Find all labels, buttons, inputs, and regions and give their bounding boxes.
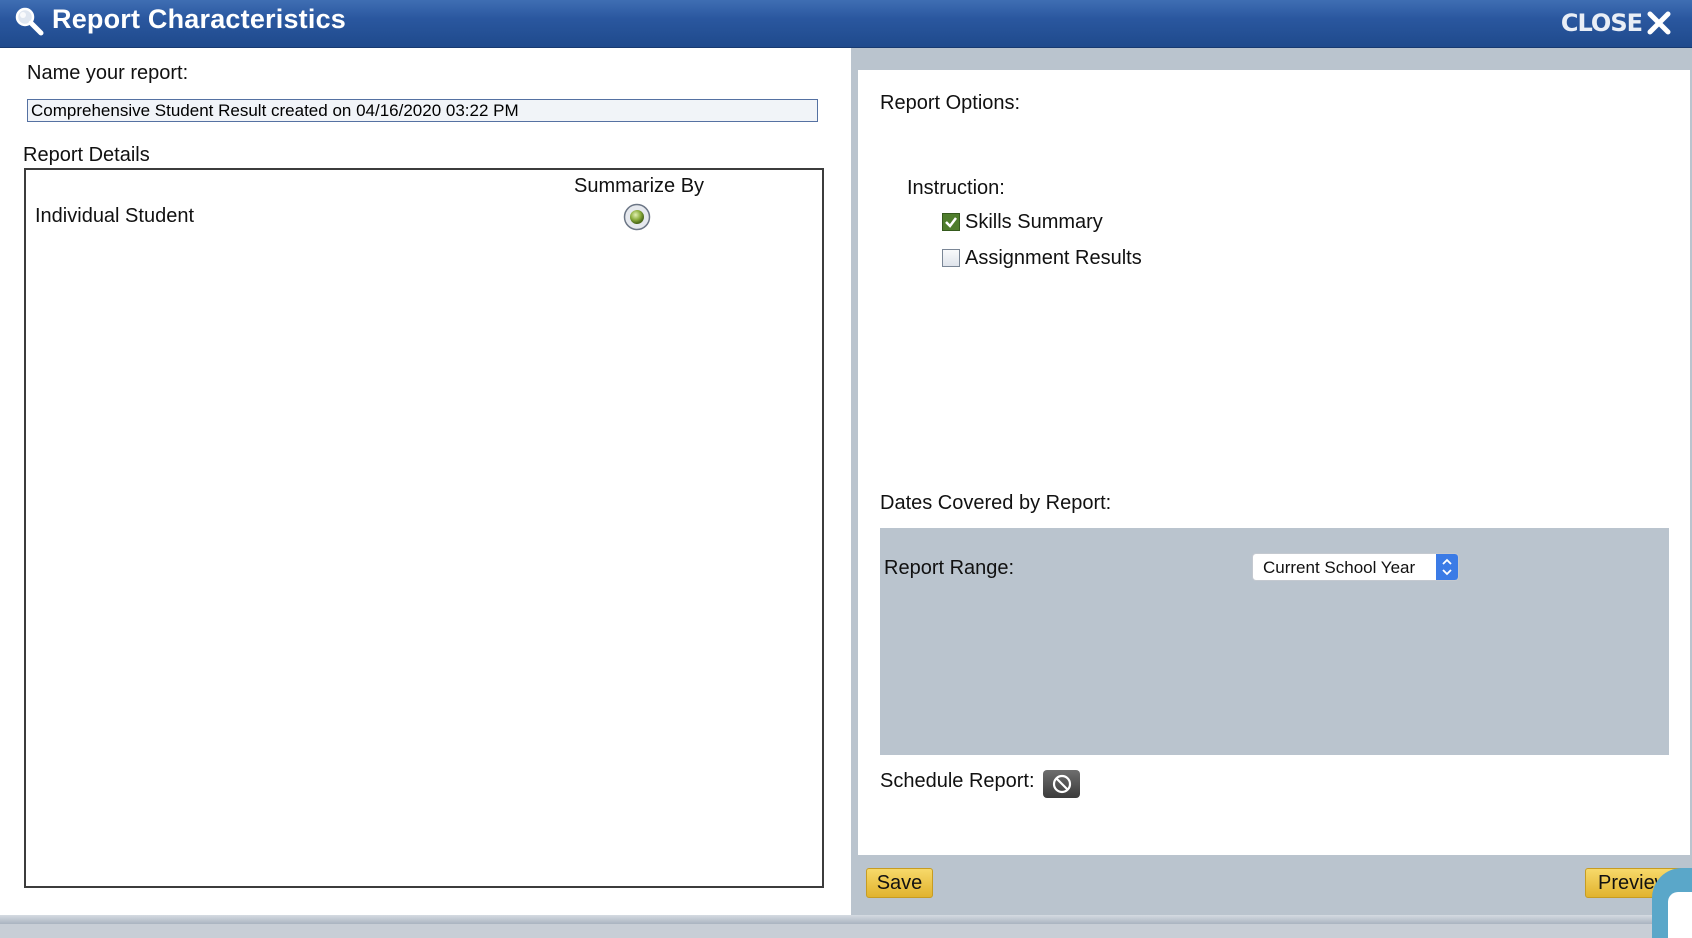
help-widget[interactable]: [1652, 868, 1692, 938]
left-panel: Name your report: Report Details Summari…: [0, 48, 851, 915]
report-options-panel: Report Options: Instruction: Skills Summ…: [858, 70, 1690, 855]
report-range-box: Report Range: Current School Year: [880, 528, 1669, 755]
name-report-label: Name your report:: [27, 62, 189, 84]
assignment-results-option[interactable]: Assignment Results: [942, 246, 1142, 270]
report-range-value: Current School Year: [1263, 558, 1416, 577]
schedule-report-label: Schedule Report:: [880, 770, 1035, 792]
close-button[interactable]: CLOSE: [1561, 8, 1672, 38]
report-name-input[interactable]: [27, 99, 818, 122]
close-label: CLOSE: [1560, 9, 1643, 37]
skills-summary-label: Skills Summary: [965, 210, 1103, 233]
magnifier-icon: [15, 7, 44, 36]
instruction-label: Instruction:: [907, 177, 1005, 199]
dates-covered-label: Dates Covered by Report:: [880, 492, 1112, 514]
checkbox-unchecked-icon[interactable]: [942, 249, 960, 267]
report-details-label: Report Details: [23, 144, 150, 166]
select-arrows-icon: [1436, 554, 1458, 580]
checkbox-checked-icon[interactable]: [942, 213, 960, 231]
summarize-by-header: Summarize By: [574, 175, 705, 197]
help-widget-inner: [1668, 892, 1692, 938]
report-options-label: Report Options:: [880, 92, 1021, 114]
report-range-select[interactable]: Current School Year: [1252, 553, 1459, 581]
skills-summary-option[interactable]: Skills Summary: [942, 210, 1103, 234]
individual-student-label: Individual Student: [35, 205, 195, 227]
bottom-bar: [0, 915, 1692, 924]
individual-student-radio[interactable]: [623, 203, 651, 231]
dialog-title: Report Characteristics: [52, 4, 347, 34]
save-button[interactable]: Save: [866, 868, 933, 898]
report-range-label: Report Range:: [884, 557, 1015, 579]
close-x-icon: [1647, 11, 1671, 35]
report-details-box: Summarize By Individual Student: [24, 168, 824, 888]
assignment-results-label: Assignment Results: [965, 246, 1142, 269]
title-bar: Report Characteristics CLOSE: [0, 0, 1692, 48]
no-schedule-icon: [1052, 774, 1071, 794]
schedule-report-button[interactable]: [1043, 770, 1080, 798]
